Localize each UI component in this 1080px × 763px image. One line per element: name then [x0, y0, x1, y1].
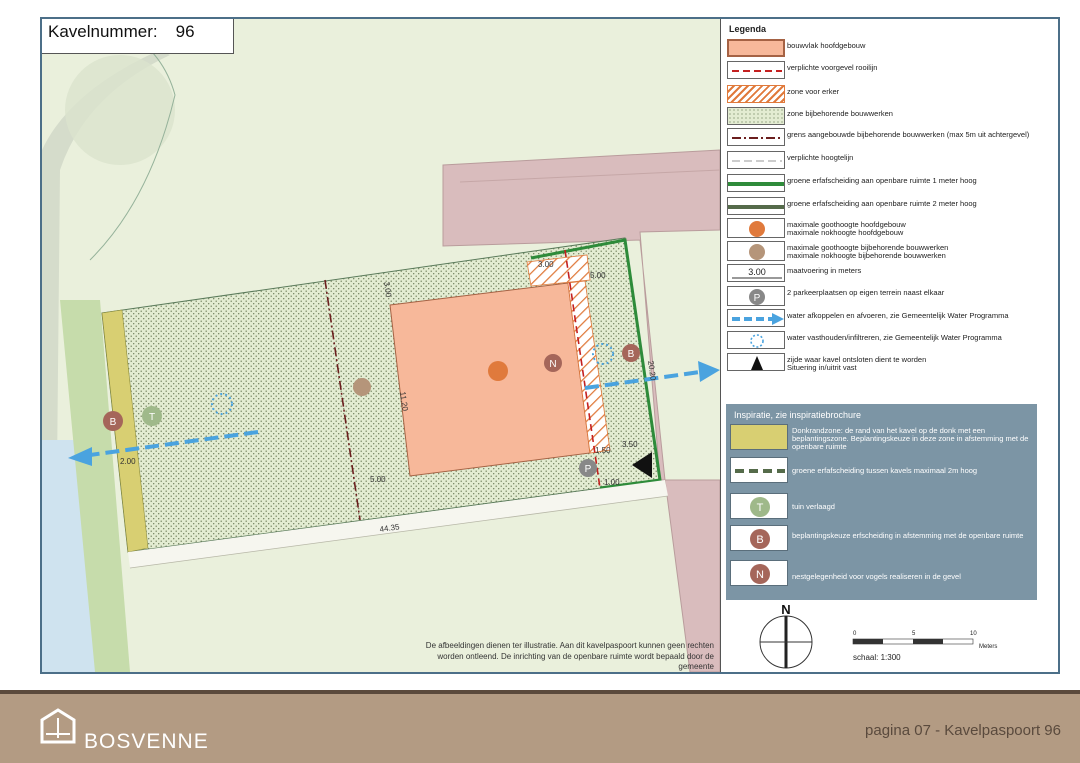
legend-item-hoofdhoogte: maximale goothoogte hoofdgebouw maximale… — [727, 218, 1057, 238]
inspiratie-title: Inspiratie, zie inspiratiebrochure — [734, 410, 862, 420]
legend-label: groene erfafscheiding aan openbare ruimt… — [787, 176, 977, 185]
svg-text:3.00: 3.00 — [748, 267, 766, 277]
legend-item-water-infiltratie: water vasthouden/infiltreren, zie Gemeen… — [727, 331, 1057, 351]
legend-item-bijbehorend: zone bijbehorende bouwwerken — [727, 107, 1057, 127]
inspiratie-label: Donkrandzone: de rand van het kavel op d… — [792, 426, 1029, 451]
legend-label: bouwvlak hoofdgebouw — [787, 41, 866, 50]
dim-1-50: 1.50 — [595, 446, 611, 455]
scale-tick-0: 0 — [853, 631, 857, 637]
compass-label: N — [781, 602, 790, 617]
legend-label: zone voor erker — [787, 87, 840, 96]
badge-N: N — [549, 359, 556, 370]
legend-item-bouwvlak: bouwvlak hoofdgebouw — [727, 39, 1057, 59]
legend-label: zone bijbehorende bouwwerken — [787, 109, 893, 118]
inspiratie-label: beplantingskeuze erfscheiding in afstemm… — [792, 531, 1024, 540]
rooilijn-swatch — [727, 61, 785, 79]
svg-text:P: P — [754, 293, 761, 304]
hoogtelijn-swatch — [727, 151, 785, 169]
inspiratie-item-beplanting: B beplantingskeuze erfscheiding in afste… — [730, 525, 1035, 551]
beplanting-swatch: B — [730, 525, 788, 551]
inspiratie-item-erfafscheiding: groene erfafscheiding tussen kavels maxi… — [730, 457, 1035, 483]
nest-swatch: N — [730, 560, 788, 586]
legend-item-parkeren: P 2 parkeerplaatsen op eigen terrein naa… — [727, 286, 1057, 306]
scale-bar: 0 5 10 Meters — [851, 628, 1011, 652]
legend-item-groen1: groene erfafscheiding aan openbare ruimt… — [727, 174, 1057, 194]
bouwvlak-swatch — [727, 39, 785, 57]
inspiratie-panel: Inspiratie, zie inspiratiebrochure Donkr… — [726, 404, 1037, 600]
brand-name: BOSVENNE — [84, 730, 209, 753]
disclaimer-text: De afbeeldingen dienen ter illustratie. … — [425, 641, 714, 671]
water-infiltratie-swatch — [727, 331, 785, 349]
inspiratie-label: groene erfafscheiding tussen kavels maxi… — [792, 466, 978, 475]
badge-T: T — [149, 412, 155, 423]
legend-title: Legenda — [729, 24, 767, 34]
hoofdhoogte-swatch — [727, 218, 785, 238]
groen1-swatch — [727, 174, 785, 192]
scale-label: schaal: 1:300 — [853, 653, 901, 662]
site-plan-map: 3.00 5.00 11.20 3.50 1.00 20.20 44.35 5.… — [42, 19, 720, 672]
legend-label: maatvoering in meters — [787, 266, 862, 275]
legend-item-maatvoering: 3.00 maatvoering in meters — [727, 264, 1057, 284]
legend-item-grens: grens aangebouwde bijbehorende bouwwerke… — [727, 128, 1057, 148]
legend-item-groen2: groene erfafscheiding aan openbare ruimt… — [727, 197, 1057, 217]
inspiratie-label: tuin verlaagd — [792, 502, 835, 511]
ontsluiting-swatch — [727, 353, 785, 371]
bijbehorend-swatch — [727, 107, 785, 125]
inspiratie-item-nest: N nestgelegenheid voor vogels realiseren… — [730, 560, 1035, 586]
dim-3-00: 3.00 — [538, 260, 554, 269]
inspiratie-label: nestgelegenheid voor vogels realiseren i… — [792, 572, 961, 581]
badge-P: P — [585, 464, 592, 475]
dim-5-00: 5.00 — [590, 271, 606, 280]
parkeren-swatch: P — [727, 286, 785, 306]
bijhoogte-swatch — [727, 241, 785, 261]
donkrand-swatch — [730, 424, 788, 450]
badge-B-right: B — [628, 349, 635, 360]
legend-label: verplichte voorgevel rooilijn — [787, 63, 878, 72]
kavelnummer-box: Kavelnummer: 96 — [42, 19, 234, 54]
kavelnummer-label: Kavelnummer: — [48, 22, 158, 41]
footer-bar: BOSVENNE pagina 07 - Kavelpaspoort 96 — [0, 690, 1080, 763]
inspiratie-item-tuin: T tuin verlaagd — [730, 493, 1035, 519]
legend-item-erker: zone voor erker — [727, 85, 1057, 105]
grens-swatch — [727, 128, 785, 146]
scale-tick-5: 5 — [912, 631, 916, 637]
inspiratie-item-donkrand: Donkrandzone: de rand van het kavel op d… — [730, 424, 1035, 451]
svg-text:T: T — [757, 502, 764, 514]
dim-2-00: 2.00 — [120, 457, 136, 466]
erfafscheiding-swatch — [730, 457, 788, 483]
legend-item-water-afvoer: water afkoppelen en afvoeren, zie Gemeen… — [727, 309, 1057, 329]
legend-item-rooilijn: verplichte voorgevel rooilijn — [727, 61, 1057, 81]
legend-label: water vasthouden/infiltreren, zie Gemeen… — [787, 333, 1002, 342]
water-afvoer-swatch — [727, 309, 785, 327]
scale-unit: Meters — [979, 644, 997, 650]
legend-label: zijde waar kavel ontsloten dient te word… — [787, 355, 927, 373]
badge-B-left: B — [110, 417, 117, 428]
kavelnummer-value: 96 — [175, 22, 195, 41]
maatvoering-swatch: 3.00 — [727, 264, 785, 282]
compass: N — [756, 602, 816, 672]
legend-label: verplichte hoogtelijn — [787, 153, 854, 162]
legend-label: groene erfafscheiding aan openbare ruimt… — [787, 199, 977, 208]
svg-text:B: B — [756, 534, 763, 546]
dim-3-50: 3.50 — [622, 440, 638, 449]
bosvenne-logo-icon — [38, 708, 78, 748]
legend-label: 2 parkeerplaatsen op eigen terrein naast… — [787, 288, 945, 297]
dim-5-00-b: 5.00 — [370, 475, 386, 484]
tuin-swatch: T — [730, 493, 788, 519]
legend-label: grens aangebouwde bijbehorende bouwwerke… — [787, 130, 1030, 139]
legend-item-ontsluiting: zijde waar kavel ontsloten dient te word… — [727, 353, 1057, 373]
legend-item-hoogtelijn: verplichte hoogtelijn — [727, 151, 1057, 171]
legend-label: maximale goothoogte bijbehorende bouwwer… — [787, 243, 949, 261]
legend-label: water afkoppelen en afvoeren, zie Gemeen… — [787, 311, 1009, 320]
legend-item-bijhoogte: maximale goothoogte bijbehorende bouwwer… — [727, 241, 1057, 261]
groen2-swatch — [727, 197, 785, 215]
erker-swatch — [727, 85, 785, 103]
dim-1-00: 1.00 — [604, 478, 620, 487]
svg-text:N: N — [756, 569, 764, 581]
scale-tick-10: 10 — [970, 631, 977, 637]
page-label: pagina 07 - Kavelpaspoort 96 — [865, 722, 1061, 739]
legend-label: maximale goothoogte hoofdgebouw maximale… — [787, 220, 906, 238]
